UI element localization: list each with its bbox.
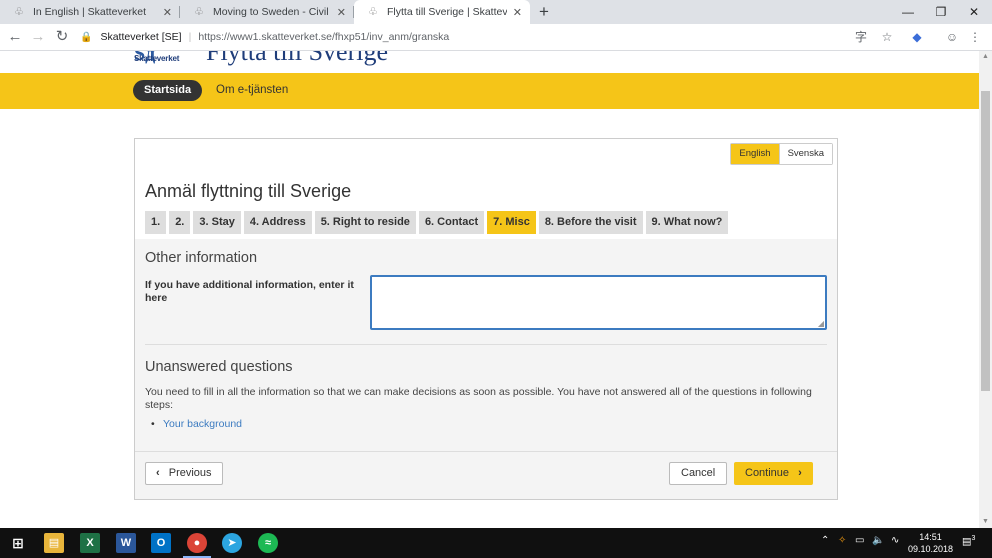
close-tab-icon[interactable]: ✕ bbox=[513, 6, 522, 19]
step-7-misc-current[interactable]: 7. Misc bbox=[487, 211, 536, 234]
form-card: English Svenska Anmäl flyttning till Sve… bbox=[134, 138, 838, 500]
address-bar[interactable]: 🔒 Skatteverket [SE] | https://www1.skatt… bbox=[80, 27, 850, 47]
chrome-icon[interactable]: ● bbox=[187, 533, 207, 553]
restore-button[interactable]: ❐ bbox=[926, 2, 956, 22]
footer-divider bbox=[135, 451, 837, 452]
your-background-link[interactable]: Your background bbox=[151, 418, 242, 430]
translate-icon[interactable]: 字 bbox=[852, 28, 870, 46]
step-6-contact[interactable]: 6. Contact bbox=[418, 211, 485, 234]
skatteverket-favicon-icon: ♧ bbox=[194, 6, 204, 18]
cancel-button[interactable]: Cancel bbox=[669, 462, 728, 485]
browser-tab-title: Flytta till Sverige | Skatteverket bbox=[387, 6, 507, 18]
other-information-heading: Other information bbox=[145, 250, 258, 266]
site-title: Flytta till Sverige bbox=[206, 51, 388, 66]
chevron-right-icon: › bbox=[798, 467, 802, 479]
clock-time: 14:51 bbox=[919, 532, 942, 542]
battery-icon[interactable]: ▭ bbox=[855, 535, 864, 546]
word-icon[interactable]: W bbox=[116, 533, 136, 553]
unanswered-questions-heading: Unanswered questions bbox=[145, 359, 293, 375]
page-scrollbar[interactable]: ▲ ▼ bbox=[979, 51, 992, 528]
close-tab-icon[interactable]: ✕ bbox=[337, 6, 346, 19]
windows-taskbar: ⊞ ▤ X W O ● ➤ ≈ ⌃ ✧ ▭ 🔈 ∿ 14:51 09.10.20… bbox=[0, 528, 992, 558]
continue-button-label: Continue bbox=[745, 467, 790, 479]
resize-grip-icon[interactable]: ◢ bbox=[818, 319, 824, 328]
language-swedish-button[interactable]: Svenska bbox=[778, 144, 832, 164]
reload-icon[interactable]: ↻ bbox=[52, 27, 72, 47]
forward-arrow-icon[interactable]: → bbox=[28, 27, 48, 47]
minimize-button[interactable]: — bbox=[893, 2, 923, 22]
new-tab-button[interactable]: + bbox=[534, 2, 554, 22]
scroll-down-icon[interactable]: ▼ bbox=[979, 516, 992, 528]
unanswered-questions-text: You need to fill in all the information … bbox=[145, 386, 812, 411]
browser-tab-title: Moving to Sweden - Civil registra bbox=[213, 6, 331, 18]
outlook-icon[interactable]: O bbox=[151, 533, 171, 553]
wifi-icon[interactable]: ∿ bbox=[891, 535, 899, 546]
form-title: Anmäl flyttning till Sverige bbox=[145, 181, 352, 201]
lock-icon: 🔒 bbox=[80, 31, 93, 43]
site-identity: Skatteverket [SE] bbox=[100, 31, 182, 43]
continue-button[interactable]: Continue › bbox=[734, 462, 813, 485]
tray-app-icon[interactable]: ✧ bbox=[838, 535, 846, 546]
browser-tab-2[interactable]: ♧ Moving to Sweden - Civil registra ✕ bbox=[180, 0, 354, 24]
step-5-right-to-reside[interactable]: 5. Right to reside bbox=[314, 211, 416, 234]
telegram-icon[interactable]: ➤ bbox=[222, 533, 242, 553]
chevron-left-icon: ‹ bbox=[156, 467, 160, 479]
scrollbar-thumb[interactable] bbox=[981, 91, 990, 391]
excel-icon[interactable]: X bbox=[80, 533, 100, 553]
clock-date: 09.10.2018 bbox=[908, 544, 954, 554]
skatteverket-logo-text[interactable]: Skatteverket bbox=[134, 54, 179, 63]
main-navigation: Startsida Om e-tjänsten bbox=[0, 73, 979, 109]
step-4-address[interactable]: 4. Address bbox=[243, 211, 312, 234]
step-navigation: 1. 2. 3. Stay 4. Address 5. Right to res… bbox=[145, 211, 731, 234]
skatteverket-favicon-icon: ♧ bbox=[14, 6, 24, 18]
step-3-stay[interactable]: 3. Stay bbox=[193, 211, 241, 234]
language-switcher: English Svenska bbox=[730, 143, 833, 165]
additional-info-textarea[interactable]: ◢ bbox=[370, 275, 827, 330]
browser-tab-3-active[interactable]: ♧ Flytta till Sverige | Skatteverket ✕ bbox=[354, 0, 530, 24]
spotify-icon[interactable]: ≈ bbox=[258, 533, 278, 553]
scroll-up-icon[interactable]: ▲ bbox=[979, 51, 992, 63]
close-tab-icon[interactable]: ✕ bbox=[163, 6, 172, 19]
step-8-before-the-visit[interactable]: 8. Before the visit bbox=[538, 211, 643, 234]
close-window-button[interactable]: ✕ bbox=[959, 2, 989, 22]
system-clock[interactable]: 14:51 09.10.2018 bbox=[908, 531, 953, 555]
profile-avatar-icon[interactable]: ☺ bbox=[943, 28, 961, 46]
skatteverket-favicon-icon: ♧ bbox=[368, 6, 378, 18]
step-2[interactable]: 2. bbox=[169, 211, 191, 234]
section-divider bbox=[145, 344, 827, 345]
back-arrow-icon[interactable]: ← bbox=[5, 27, 25, 47]
notifications-icon[interactable]: ▤3 bbox=[962, 535, 975, 547]
tray-expand-icon[interactable]: ⌃ bbox=[821, 535, 829, 546]
browser-toolbar: ← → ↻ 🔒 Skatteverket [SE] | https://www1… bbox=[0, 24, 992, 51]
bookmark-star-icon[interactable]: ☆ bbox=[878, 28, 896, 46]
windows-start-icon[interactable]: ⊞ bbox=[8, 533, 28, 553]
additional-info-label: If you have additional information, ente… bbox=[145, 279, 354, 304]
address-separator: | bbox=[188, 31, 192, 43]
previous-button[interactable]: ‹ Previous bbox=[145, 462, 223, 485]
address-url: https://www1.skatteverket.se/fhxp51/inv_… bbox=[198, 31, 450, 43]
browser-tab-strip: ♧ In English | Skatteverket ✕ ♧ Moving t… bbox=[0, 0, 992, 24]
step-9-what-now[interactable]: 9. What now? bbox=[645, 211, 729, 234]
browser-tab-title: In English | Skatteverket bbox=[33, 6, 147, 18]
step-1[interactable]: 1. bbox=[145, 211, 167, 234]
browser-tab-1[interactable]: ♧ In English | Skatteverket ✕ bbox=[0, 0, 180, 24]
nav-startsida-button[interactable]: Startsida bbox=[133, 80, 203, 101]
web-page: Sд Skatteverket Flytta till Sverige Star… bbox=[0, 51, 979, 528]
site-header: Sд Skatteverket Flytta till Sverige bbox=[0, 51, 979, 73]
language-english-button[interactable]: English bbox=[731, 144, 779, 164]
extension-icon[interactable]: ◆ bbox=[908, 28, 926, 46]
menu-kebab-icon[interactable]: ⋮ bbox=[966, 28, 984, 46]
file-explorer-icon[interactable]: ▤ bbox=[44, 533, 64, 553]
nav-about-link[interactable]: Om e-tjänsten bbox=[216, 80, 288, 101]
notification-count: 3 bbox=[971, 535, 976, 542]
volume-icon[interactable]: 🔈 bbox=[872, 535, 884, 546]
previous-button-label: Previous bbox=[168, 467, 212, 479]
